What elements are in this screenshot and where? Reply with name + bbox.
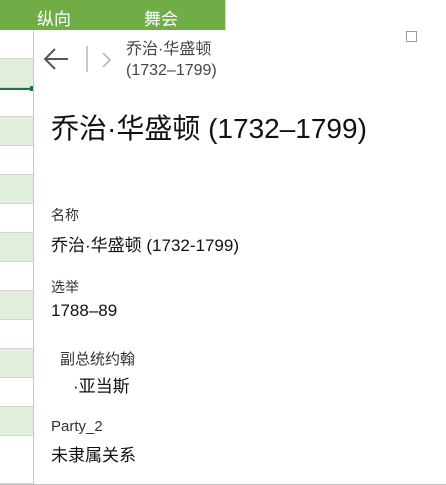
back-arrow-icon: [43, 48, 68, 70]
field-value-name: 乔治·华盛顿 (1732-1799): [51, 236, 240, 255]
header-divider: [225, 0, 226, 30]
sheet-row[interactable]: [0, 320, 33, 349]
field-label-vice-president: 副总统约翰: [60, 351, 136, 368]
breadcrumb: 乔治·华盛顿 (1732–1799): [126, 39, 426, 81]
entity-card-panel: [33, 30, 446, 484]
sheet-row[interactable]: [0, 436, 33, 484]
sheet-row-strip: [0, 30, 35, 484]
field-label-party: Party_2: [51, 418, 103, 435]
field-label-elected: 选举: [51, 279, 79, 295]
sheet-row[interactable]: [0, 349, 33, 378]
field-value-elected: 1788–89: [51, 301, 118, 320]
field-label-name: 名称: [51, 207, 79, 223]
sheet-row[interactable]: [0, 175, 33, 204]
forward-button[interactable]: [99, 48, 115, 72]
back-button[interactable]: [42, 45, 72, 73]
sheet-row[interactable]: [0, 204, 33, 233]
breadcrumb-text: 乔治·华盛顿 (1732–1799): [126, 41, 217, 79]
sheet-row[interactable]: [0, 117, 33, 146]
sheet-row[interactable]: [0, 233, 33, 262]
sheet-row[interactable]: [0, 291, 33, 320]
active-cell-border: [0, 88, 33, 90]
sheet-row[interactable]: [0, 59, 33, 88]
field-value-vice-president: ·亚当斯: [73, 377, 130, 396]
sheet-row[interactable]: [0, 262, 33, 291]
forward-chevron-icon: [102, 52, 112, 68]
sheet-header-row: 纵向 舞会: [0, 0, 446, 30]
header-green-band: [0, 0, 225, 30]
column-header-portrait[interactable]: 纵向: [37, 5, 71, 30]
sheet-row[interactable]: [0, 407, 33, 436]
nav-divider: [86, 46, 88, 72]
sheet-row[interactable]: [0, 378, 33, 407]
field-value-party: 未隶属关系: [51, 446, 136, 465]
page-title: 乔治·华盛顿 (1732–1799): [51, 113, 367, 144]
column-header-ball[interactable]: 舞会: [144, 5, 178, 30]
sheet-row[interactable]: [0, 146, 33, 175]
sheet-row[interactable]: [0, 88, 33, 117]
sheet-row[interactable]: [0, 30, 33, 59]
